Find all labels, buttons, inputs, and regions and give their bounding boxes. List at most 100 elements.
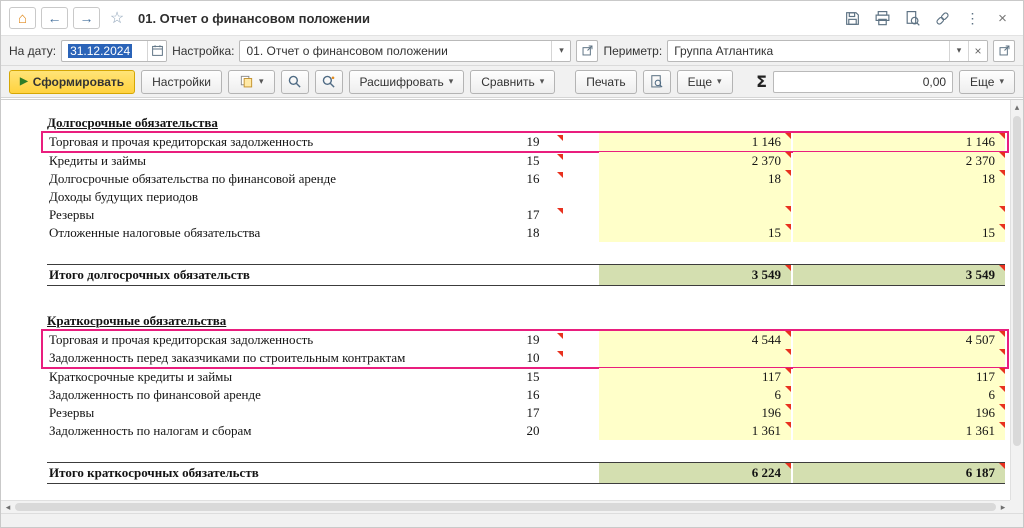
settings-value[interactable]: 01. Отчет о финансовом положении [240,41,551,61]
date-value[interactable]: 31.12.2024 [62,41,147,61]
table-row[interactable]: Резервы 17 [47,206,1005,224]
perimeter-dropdown-button[interactable]: ▾ [949,40,968,61]
row-note-cell[interactable] [549,463,575,483]
value-cell-current[interactable]: 18 [599,170,791,188]
row-code[interactable]: 15 [517,368,549,386]
settings-dropdown-button[interactable]: ▾ [551,40,571,61]
value-cell-comparative[interactable]: 18 [793,170,1005,188]
document-search-button[interactable] [900,7,925,29]
scroll-right-arrow[interactable]: ▸ [996,501,1010,513]
value-cell-comparative[interactable]: 1 361 [793,422,1005,440]
row-code[interactable]: 16 [517,386,549,404]
value-cell-current[interactable]: 6 224 [599,463,791,483]
save-button[interactable] [840,7,865,29]
table-row[interactable]: Задолженность по налогам и сборам 20 1 361… [47,422,1005,440]
value-cell-comparative[interactable]: 1 146 [793,133,1005,151]
more-menu-button[interactable]: ⋮ [960,7,985,29]
row-note-cell[interactable] [549,224,575,242]
perimeter-value[interactable]: Группа Атлантика [668,41,949,61]
row-gap[interactable] [575,349,599,367]
value-cell-comparative[interactable] [793,206,1005,224]
value-cell-comparative[interactable]: 6 187 [793,463,1005,483]
perimeter-clear-button[interactable]: × [968,40,987,61]
row-note-cell[interactable] [549,188,575,206]
value-cell-current[interactable] [599,206,791,224]
value-cell-current[interactable]: 1 361 [599,422,791,440]
value-cell-current[interactable]: 3 549 [599,265,791,285]
row-gap[interactable] [575,152,599,170]
close-button[interactable]: × [990,7,1015,29]
row-code[interactable]: 17 [517,206,549,224]
forward-button[interactable]: → [73,7,100,29]
row-gap[interactable] [575,422,599,440]
row-code[interactable]: 19 [517,133,549,151]
find-button[interactable] [280,69,309,94]
value-cell-current[interactable] [599,349,791,367]
row-note-cell[interactable] [549,265,575,285]
row-note-cell[interactable] [549,170,575,188]
row-gap[interactable] [575,463,599,483]
table-row[interactable]: Торговая и прочая кредиторская задолженн… [47,331,1005,349]
row-code[interactable] [517,463,549,483]
table-row[interactable]: Кредиты и займы 15 2 370 2 370 [47,152,1005,170]
row-gap[interactable] [575,188,599,206]
decipher-button[interactable]: Расшифровать ▾ [348,69,465,94]
section-header[interactable]: Краткосрочные обязательства [47,312,1010,330]
row-gap[interactable] [575,331,599,349]
value-cell-comparative[interactable] [793,349,1005,367]
back-button[interactable]: ← [41,7,68,29]
date-field[interactable]: 31.12.2024 [61,39,168,62]
row-gap[interactable] [575,224,599,242]
row-name[interactable]: Краткосрочные кредиты и займы [47,368,517,386]
row-note-cell[interactable] [549,133,575,151]
value-cell-comparative[interactable]: 2 370 [793,152,1005,170]
settings-open-button[interactable] [576,39,599,62]
row-note-cell[interactable] [549,404,575,422]
value-cell-current[interactable]: 15 [599,224,791,242]
row-name[interactable]: Резервы [47,206,517,224]
value-cell-comparative[interactable]: 4 507 [793,331,1005,349]
generate-button[interactable]: ▶ Сформировать [9,69,136,94]
report-variants-button[interactable]: ▾ [227,69,275,94]
more-button-right[interactable]: Еще ▾ [959,69,1015,94]
section-header[interactable]: Долгосрочные обязательства [47,114,1010,132]
row-code[interactable]: 15 [517,152,549,170]
scroll-left-arrow[interactable]: ◂ [1,501,15,513]
row-code[interactable]: 17 [517,404,549,422]
more-button-center[interactable]: Еще ▾ [676,69,733,94]
row-code[interactable]: 20 [517,422,549,440]
value-cell-current[interactable]: 6 [599,386,791,404]
value-cell-current[interactable]: 4 544 [599,331,791,349]
value-cell-comparative[interactable]: 6 [793,386,1005,404]
table-row[interactable]: Отложенные налоговые обязательства 18 15 15 [47,224,1005,242]
vertical-scroll-thumb[interactable] [1013,116,1021,446]
settings-button[interactable]: Настройки [141,69,222,94]
header-print-button[interactable] [870,7,895,29]
row-name[interactable]: Торговая и прочая кредиторская задолженн… [47,133,517,151]
table-row[interactable]: Краткосрочные кредиты и займы 15 117 117 [47,368,1005,386]
row-name[interactable]: Долгосрочные обязательства по финансовой… [47,170,517,188]
value-cell-comparative[interactable]: 3 549 [793,265,1005,285]
value-cell-comparative[interactable]: 15 [793,224,1005,242]
row-name[interactable]: Доходы будущих периодов [47,188,517,206]
perimeter-field[interactable]: Группа Атлантика ▾ × [667,39,988,62]
row-name[interactable]: Итого долгосрочных обязательств [47,265,517,285]
row-name[interactable]: Кредиты и займы [47,152,517,170]
value-cell-current[interactable] [599,188,791,206]
row-note-cell[interactable] [549,422,575,440]
row-name[interactable]: Итого краткосрочных обязательств [47,463,517,483]
row-name[interactable]: Отложенные налоговые обязательства [47,224,517,242]
row-note-cell[interactable] [549,206,575,224]
vertical-scrollbar[interactable]: ▴ [1010,100,1023,500]
find-next-button[interactable] [314,69,343,94]
row-gap[interactable] [575,206,599,224]
scroll-up-arrow[interactable]: ▴ [1011,102,1023,113]
row-gap[interactable] [575,386,599,404]
horizontal-scrollbar[interactable]: ◂ ▸ [1,500,1010,513]
table-row[interactable]: Задолженность перед заказчиками по строи… [47,349,1005,367]
favorite-button[interactable]: ☆ [105,7,129,29]
value-cell-current[interactable]: 1 146 [599,133,791,151]
get-link-button[interactable] [930,7,955,29]
row-gap[interactable] [575,404,599,422]
row-note-cell[interactable] [549,331,575,349]
